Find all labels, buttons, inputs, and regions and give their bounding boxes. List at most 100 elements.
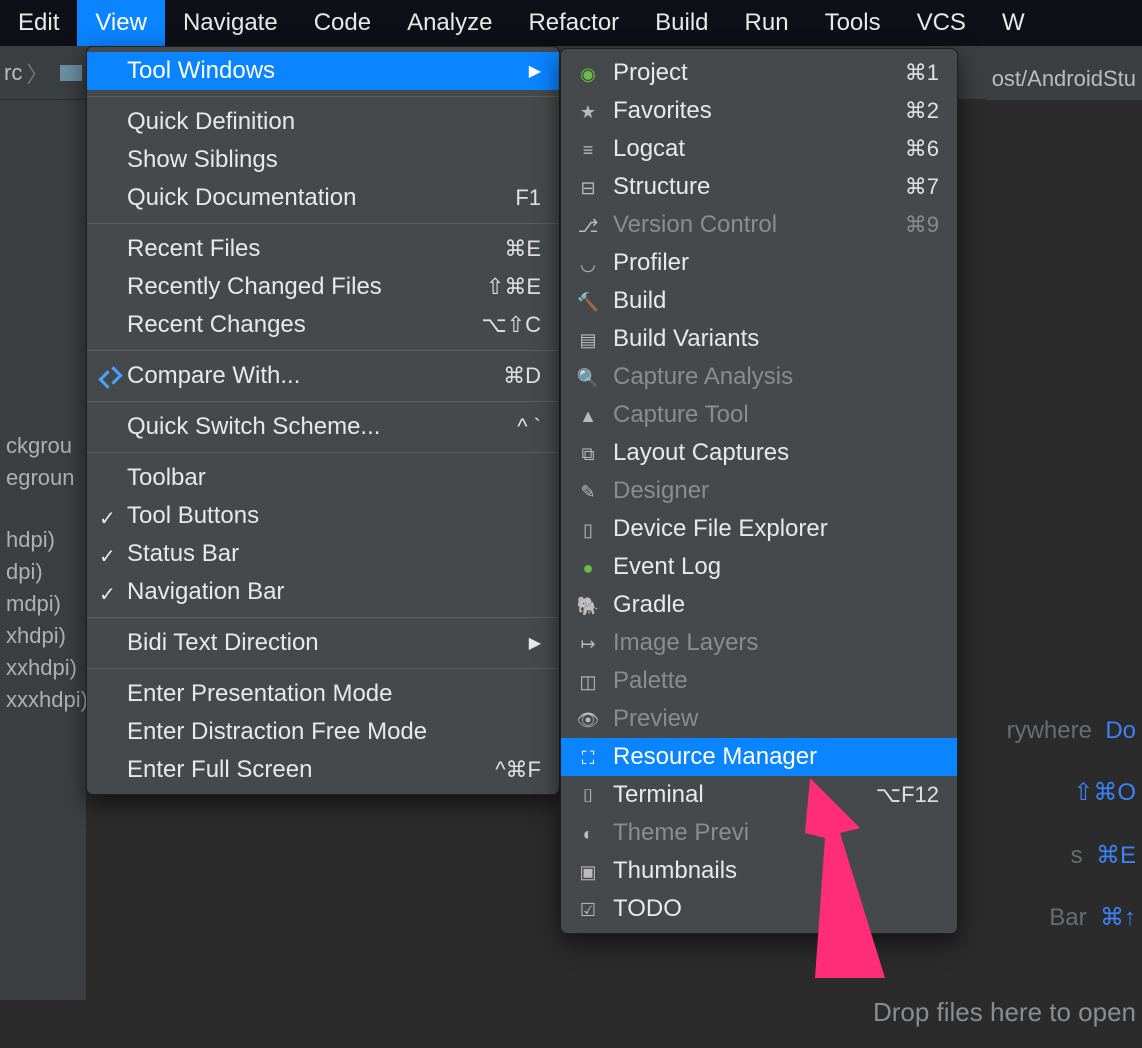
shortcut: ⌥F12 bbox=[876, 782, 939, 808]
menubar-view[interactable]: View bbox=[77, 0, 165, 46]
folder-icon bbox=[60, 65, 82, 81]
sidebar-text: xxhdpi) bbox=[0, 652, 86, 684]
path-fragment: ost/AndroidStu bbox=[986, 58, 1142, 100]
menu-quick-definition[interactable]: Quick Definition bbox=[87, 103, 559, 141]
menu-label: Show Siblings bbox=[127, 146, 278, 174]
menubar-tools[interactable]: Tools bbox=[807, 0, 899, 46]
menu-label: Quick Documentation bbox=[127, 184, 356, 212]
submenu-logcat[interactable]: ≡ Logcat ⌘6 bbox=[561, 130, 957, 168]
logcat-icon: ≡ bbox=[577, 139, 599, 161]
menu-label: Resource Manager bbox=[613, 743, 817, 771]
menu-label: Status Bar bbox=[127, 540, 239, 568]
menu-compare-with[interactable]: Compare With... ⌘D bbox=[87, 357, 559, 395]
theme-icon: ◐ bbox=[577, 823, 599, 845]
menubar-vcs[interactable]: VCS bbox=[899, 0, 984, 46]
submenu-profiler[interactable]: ◡ Profiler bbox=[561, 244, 957, 282]
menubar-code[interactable]: Code bbox=[296, 0, 389, 46]
menu-label: Theme Previ bbox=[613, 819, 749, 847]
menu-enter-distraction-free-mode[interactable]: Enter Distraction Free Mode bbox=[87, 713, 559, 751]
menu-label: Bidi Text Direction bbox=[127, 629, 319, 657]
submenu-version-control: ⎇ Version Control ⌘9 bbox=[561, 206, 957, 244]
menu-label: Profiler bbox=[613, 249, 689, 277]
menu-quick-documentation[interactable]: Quick Documentation F1 bbox=[87, 179, 559, 217]
menu-enter-presentation-mode[interactable]: Enter Presentation Mode bbox=[87, 675, 559, 713]
menu-show-siblings[interactable]: Show Siblings bbox=[87, 141, 559, 179]
menu-label: Recent Files bbox=[127, 235, 260, 263]
menu-toggle-tool-buttons[interactable]: ✓ Tool Buttons bbox=[87, 497, 559, 535]
menu-label: Thumbnails bbox=[613, 857, 737, 885]
menu-label: Enter Distraction Free Mode bbox=[127, 718, 427, 746]
structure-icon: ⊟ bbox=[577, 177, 599, 199]
menu-label: Recent Changes bbox=[127, 311, 306, 339]
submenu-event-log[interactable]: ● Event Log bbox=[561, 548, 957, 586]
designer-icon: ✎ bbox=[577, 481, 599, 503]
menu-label: Build bbox=[613, 287, 666, 315]
menu-label: Structure bbox=[613, 173, 710, 201]
submenu-preview: 👁 Preview bbox=[561, 700, 957, 738]
menubar-refactor[interactable]: Refactor bbox=[510, 0, 637, 46]
menu-enter-full-screen[interactable]: Enter Full Screen ^⌘F bbox=[87, 751, 559, 789]
submenu-capture-analysis: 🔍 Capture Analysis bbox=[561, 358, 957, 396]
submenu-layout-captures[interactable]: ⧉ Layout Captures bbox=[561, 434, 957, 472]
check-icon: ✓ bbox=[99, 582, 116, 607]
menu-quick-switch-scheme[interactable]: Quick Switch Scheme... ^ ` bbox=[87, 408, 559, 446]
menu-label: Compare With... bbox=[127, 362, 300, 390]
menu-label: Event Log bbox=[613, 553, 721, 581]
bubble-icon: ● bbox=[577, 557, 599, 579]
menu-label: Quick Definition bbox=[127, 108, 295, 136]
menubar-edit[interactable]: Edit bbox=[0, 0, 77, 46]
submenu-gradle[interactable]: 🐘 Gradle bbox=[561, 586, 957, 624]
shortcut: ⌘2 bbox=[905, 98, 939, 124]
menu-label: Project bbox=[613, 59, 688, 87]
sidebar-text: dpi) bbox=[0, 556, 86, 588]
vcs-icon: ⎇ bbox=[577, 215, 599, 237]
submenu-resource-manager[interactable]: ⛶ Resource Manager bbox=[561, 738, 957, 776]
menubar-build[interactable]: Build bbox=[637, 0, 726, 46]
menu-toggle-navigation-bar[interactable]: ✓ Navigation Bar bbox=[87, 573, 559, 611]
submenu-device-file-explorer[interactable]: ▯ Device File Explorer bbox=[561, 510, 957, 548]
drop-files-hint: Drop files here to open bbox=[873, 997, 1136, 1028]
menu-separator bbox=[87, 350, 559, 351]
menubar: Edit View Navigate Code Analyze Refactor… bbox=[0, 0, 1142, 46]
menu-bidi-text-direction[interactable]: Bidi Text Direction ▶ bbox=[87, 624, 559, 662]
submenu-arrow-icon: ▶ bbox=[529, 61, 541, 81]
menu-label: Navigation Bar bbox=[127, 578, 284, 606]
submenu-build-variants[interactable]: ▤ Build Variants bbox=[561, 320, 957, 358]
gradle-icon: 🐘 bbox=[577, 595, 599, 617]
menu-recently-changed-files[interactable]: Recently Changed Files ⇧⌘E bbox=[87, 268, 559, 306]
submenu-thumbnails[interactable]: ▣ Thumbnails bbox=[561, 852, 957, 890]
submenu-todo[interactable]: ☑ TODO bbox=[561, 890, 957, 928]
shortcut: ⌘9 bbox=[905, 212, 939, 238]
menu-recent-files[interactable]: Recent Files ⌘E bbox=[87, 230, 559, 268]
menu-label: Build Variants bbox=[613, 325, 759, 353]
menubar-window[interactable]: W bbox=[984, 0, 1043, 46]
menu-separator bbox=[87, 617, 559, 618]
check-icon: ✓ bbox=[99, 544, 116, 569]
menu-separator bbox=[87, 401, 559, 402]
submenu-project[interactable]: ◉ Project ⌘1 bbox=[561, 54, 957, 92]
menubar-analyze[interactable]: Analyze bbox=[389, 0, 510, 46]
menu-label: Quick Switch Scheme... bbox=[127, 413, 380, 441]
menubar-run[interactable]: Run bbox=[727, 0, 807, 46]
menu-toggle-status-bar[interactable]: ✓ Status Bar bbox=[87, 535, 559, 573]
palette-icon: ◫ bbox=[577, 671, 599, 693]
shortcut: ⌘7 bbox=[905, 174, 939, 200]
shortcut: ⌘1 bbox=[905, 60, 939, 86]
sidebar-text: xhdpi) bbox=[0, 620, 86, 652]
tool-window-sidebar: ckgrou egroun hdpi) dpi) mdpi) xhdpi) xx… bbox=[0, 100, 86, 1000]
shortcut: ^⌘F bbox=[495, 757, 541, 783]
check-icon: ✓ bbox=[99, 506, 116, 531]
shortcut: ⌥⇧C bbox=[481, 312, 541, 338]
submenu-structure[interactable]: ⊟ Structure ⌘7 bbox=[561, 168, 957, 206]
menu-tool-windows[interactable]: Tool Windows ▶ bbox=[87, 52, 559, 90]
menu-label: Recently Changed Files bbox=[127, 273, 382, 301]
menu-toggle-toolbar[interactable]: Toolbar bbox=[87, 459, 559, 497]
submenu-favorites[interactable]: ★ Favorites ⌘2 bbox=[561, 92, 957, 130]
sidebar-text: ckgrou bbox=[0, 430, 86, 462]
breadcrumb-segment[interactable]: rc bbox=[4, 60, 22, 86]
submenu-build[interactable]: 🔨 Build bbox=[561, 282, 957, 320]
menu-recent-changes[interactable]: Recent Changes ⌥⇧C bbox=[87, 306, 559, 344]
menubar-navigate[interactable]: Navigate bbox=[165, 0, 296, 46]
submenu-terminal[interactable]: ⌷ Terminal ⌥F12 bbox=[561, 776, 957, 814]
todo-icon: ☑ bbox=[577, 899, 599, 921]
